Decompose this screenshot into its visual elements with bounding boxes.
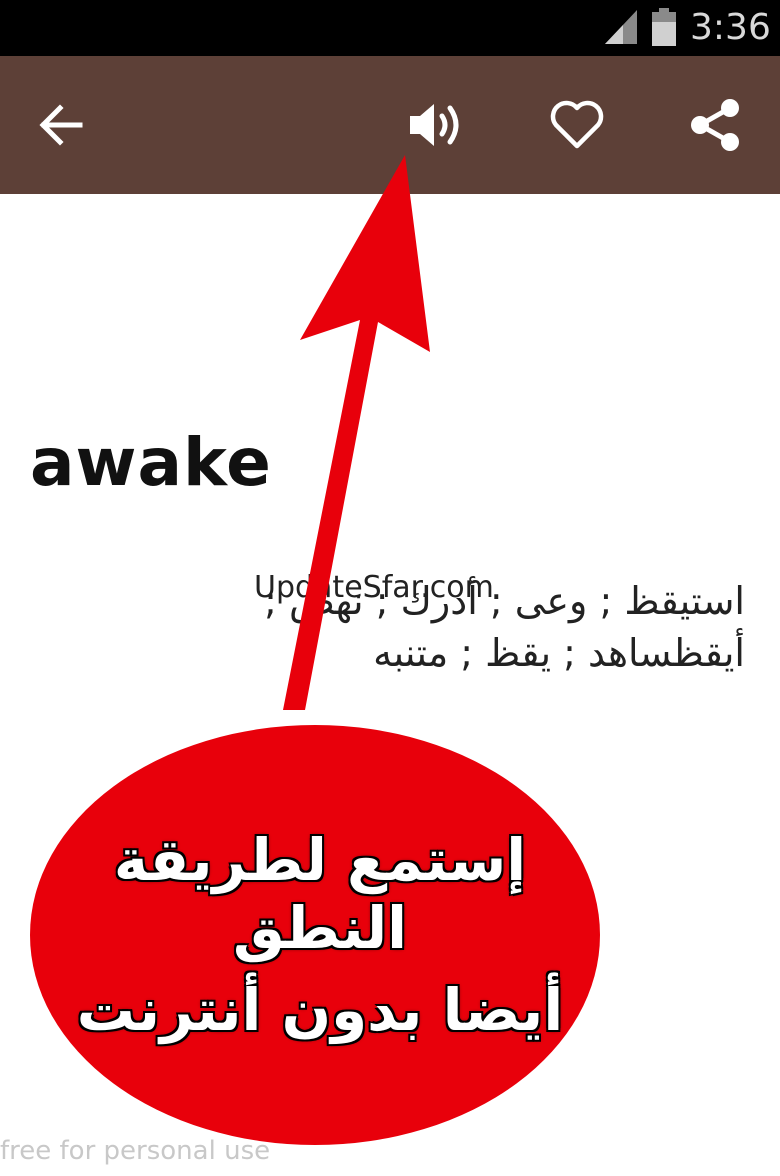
callout-arrow — [283, 155, 430, 710]
footer-note: free for personal use — [0, 1136, 271, 1166]
callout-text-line2: أيضا بدون أنترنت — [76, 976, 564, 1044]
callout-text-line1: إستمع لطريقة النطق — [113, 826, 527, 962]
